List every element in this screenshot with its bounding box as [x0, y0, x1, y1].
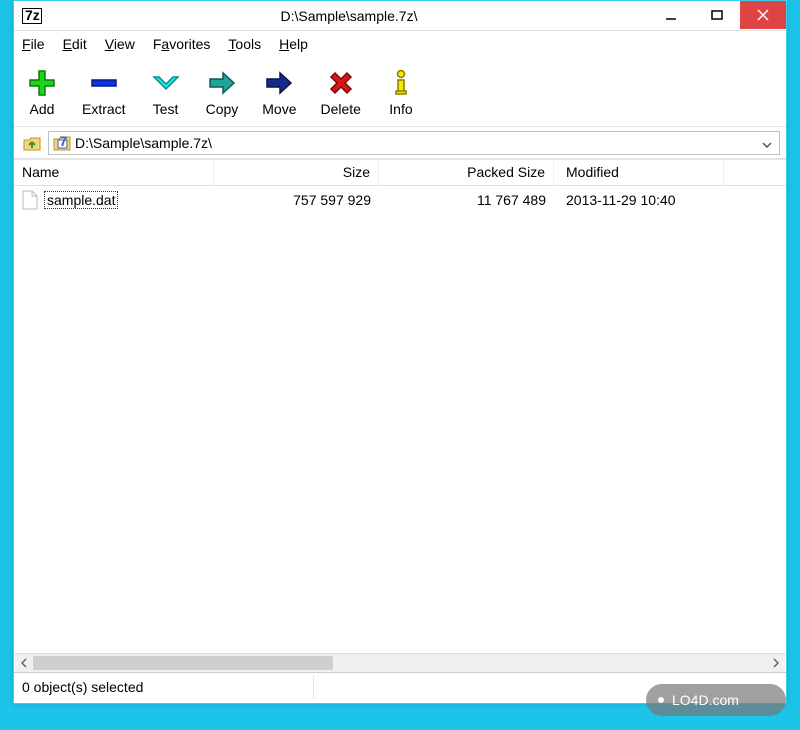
address-box[interactable]: 7 D:\Sample\sample.7z\ — [48, 131, 780, 155]
status-text: 0 object(s) selected — [14, 675, 314, 699]
menubar: File Edit View Favorites Tools Help — [14, 31, 786, 57]
file-packed: 11 767 489 — [379, 190, 554, 210]
watermark-dot-icon — [658, 697, 664, 703]
copy-label: Copy — [206, 101, 239, 117]
window-controls — [648, 1, 786, 30]
info-button[interactable]: Info — [385, 67, 417, 117]
x-icon — [325, 67, 357, 99]
arrow-right-navy-icon — [263, 67, 295, 99]
address-dropdown[interactable] — [759, 135, 775, 151]
column-headers: Name Size Packed Size Modified — [14, 160, 786, 186]
scroll-track[interactable] — [33, 655, 767, 672]
delete-button[interactable]: Delete — [321, 67, 361, 117]
close-button[interactable] — [740, 1, 786, 29]
scroll-right-button[interactable] — [767, 655, 785, 672]
plus-icon — [26, 67, 58, 99]
file-icon — [22, 190, 40, 210]
copy-button[interactable]: Copy — [206, 67, 239, 117]
watermark: LO4D.com — [646, 684, 786, 716]
extract-button[interactable]: Extract — [82, 67, 126, 117]
address-bar: 7 D:\Sample\sample.7z\ — [14, 127, 786, 159]
scroll-thumb[interactable] — [33, 656, 333, 670]
up-button[interactable] — [20, 131, 44, 155]
col-modified[interactable]: Modified — [554, 160, 724, 185]
toolbar: Add Extract Test Copy Move — [14, 57, 786, 127]
test-label: Test — [153, 101, 179, 117]
add-label: Add — [30, 101, 55, 117]
file-list: Name Size Packed Size Modified sample.da… — [14, 159, 786, 672]
col-packed[interactable]: Packed Size — [379, 160, 554, 185]
menu-view[interactable]: View — [105, 36, 135, 52]
maximize-button[interactable] — [694, 1, 740, 29]
file-modified: 2013-11-29 10:40 — [554, 190, 724, 210]
file-name: sample.dat — [44, 191, 118, 209]
extract-label: Extract — [82, 101, 126, 117]
minus-icon — [88, 67, 120, 99]
table-row[interactable]: sample.dat 757 597 929 11 767 489 2013-1… — [14, 186, 786, 214]
info-icon — [385, 67, 417, 99]
check-icon — [150, 67, 182, 99]
move-label: Move — [262, 101, 296, 117]
titlebar[interactable]: 7z D:\Sample\sample.7z\ — [14, 1, 786, 31]
window-title: D:\Sample\sample.7z\ — [50, 8, 648, 24]
delete-label: Delete — [321, 101, 361, 117]
app-window: 7z D:\Sample\sample.7z\ File Edit View F… — [13, 0, 787, 704]
test-button[interactable]: Test — [150, 67, 182, 117]
address-text: D:\Sample\sample.7z\ — [75, 135, 759, 151]
menu-favorites[interactable]: Favorites — [153, 36, 211, 52]
col-size[interactable]: Size — [214, 160, 379, 185]
menu-file[interactable]: File — [22, 36, 45, 52]
file-size: 757 597 929 — [214, 190, 379, 210]
col-name[interactable]: Name — [14, 160, 214, 185]
add-button[interactable]: Add — [26, 67, 58, 117]
info-label: Info — [389, 101, 412, 117]
menu-help[interactable]: Help — [279, 36, 308, 52]
svg-text:7: 7 — [60, 134, 68, 149]
scroll-left-button[interactable] — [15, 655, 33, 672]
minimize-button[interactable] — [648, 1, 694, 29]
move-button[interactable]: Move — [262, 67, 296, 117]
watermark-text: LO4D.com — [672, 692, 739, 708]
arrow-right-teal-icon — [206, 67, 238, 99]
svg-text:7z: 7z — [25, 8, 40, 23]
archive-folder-icon: 7 — [53, 134, 71, 152]
menu-tools[interactable]: Tools — [228, 36, 261, 52]
menu-edit[interactable]: Edit — [63, 36, 87, 52]
app-7z-icon: 7z — [22, 7, 42, 25]
horizontal-scrollbar[interactable] — [15, 653, 785, 672]
